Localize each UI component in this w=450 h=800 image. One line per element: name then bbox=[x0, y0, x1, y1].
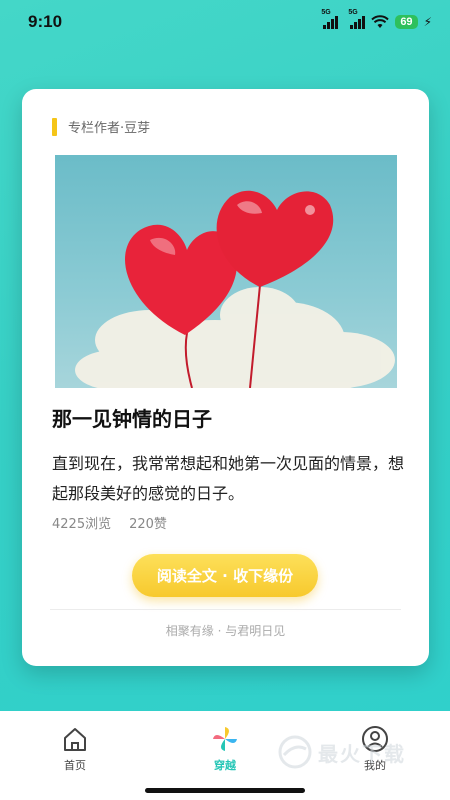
heart-balloons-illustration bbox=[75, 190, 395, 388]
network-type-label: 5G bbox=[321, 9, 331, 16]
status-time: 9:10 bbox=[28, 12, 63, 31]
author-row: 专栏作者·豆芽 bbox=[52, 117, 150, 136]
charging-icon: ⚡ bbox=[423, 15, 432, 29]
view-count: 4225浏览 bbox=[52, 517, 112, 532]
article-stats: 4225浏览 220赞 bbox=[52, 513, 167, 532]
nav-label-travel: 穿越 bbox=[214, 759, 236, 772]
article-title[interactable]: 那一见钟情的日子 bbox=[52, 403, 212, 432]
pinwheel-icon bbox=[213, 727, 237, 751]
article-card: 专栏作者·豆芽 那一见钟情的日子 直到现在，我常常想起和她第一次见面的情景，想起… bbox=[22, 89, 429, 666]
nav-label-home: 首页 bbox=[64, 759, 86, 772]
home-indicator bbox=[145, 788, 305, 793]
cellular-signal-icon: 5G bbox=[348, 9, 366, 29]
cellular-signal-icon: 5G bbox=[321, 9, 339, 29]
author-label: 专栏作者·豆芽 bbox=[68, 121, 151, 136]
status-bar: 9:10 5G 5G 69 ⚡ bbox=[0, 0, 450, 44]
divider bbox=[50, 609, 401, 610]
card-footer-text: 相聚有缘 · 与君明日见 bbox=[165, 624, 286, 638]
battery-level: 69 bbox=[395, 15, 418, 29]
author-accent-bar bbox=[52, 117, 57, 136]
article-image[interactable] bbox=[55, 155, 397, 388]
wifi-icon bbox=[371, 15, 390, 28]
nav-item-home[interactable]: 首页 bbox=[45, 725, 105, 773]
status-icons: 5G 5G 69 ⚡ bbox=[321, 9, 432, 29]
article-excerpt: 直到现在，我常常想起和她第一次见面的情景，想起那段美好的感觉的日子。 bbox=[52, 454, 405, 503]
watermark-logo-icon bbox=[278, 735, 312, 769]
network-type-label: 5G bbox=[348, 9, 358, 16]
watermark: 最火下载 bbox=[278, 722, 438, 782]
like-count: 220赞 bbox=[129, 517, 167, 532]
home-icon bbox=[64, 728, 86, 751]
watermark-text: 最火下载 bbox=[318, 741, 406, 766]
nav-item-travel[interactable]: 穿越 bbox=[195, 725, 255, 773]
read-full-article-button[interactable]: 阅读全文 · 收下缘份 bbox=[132, 554, 318, 597]
